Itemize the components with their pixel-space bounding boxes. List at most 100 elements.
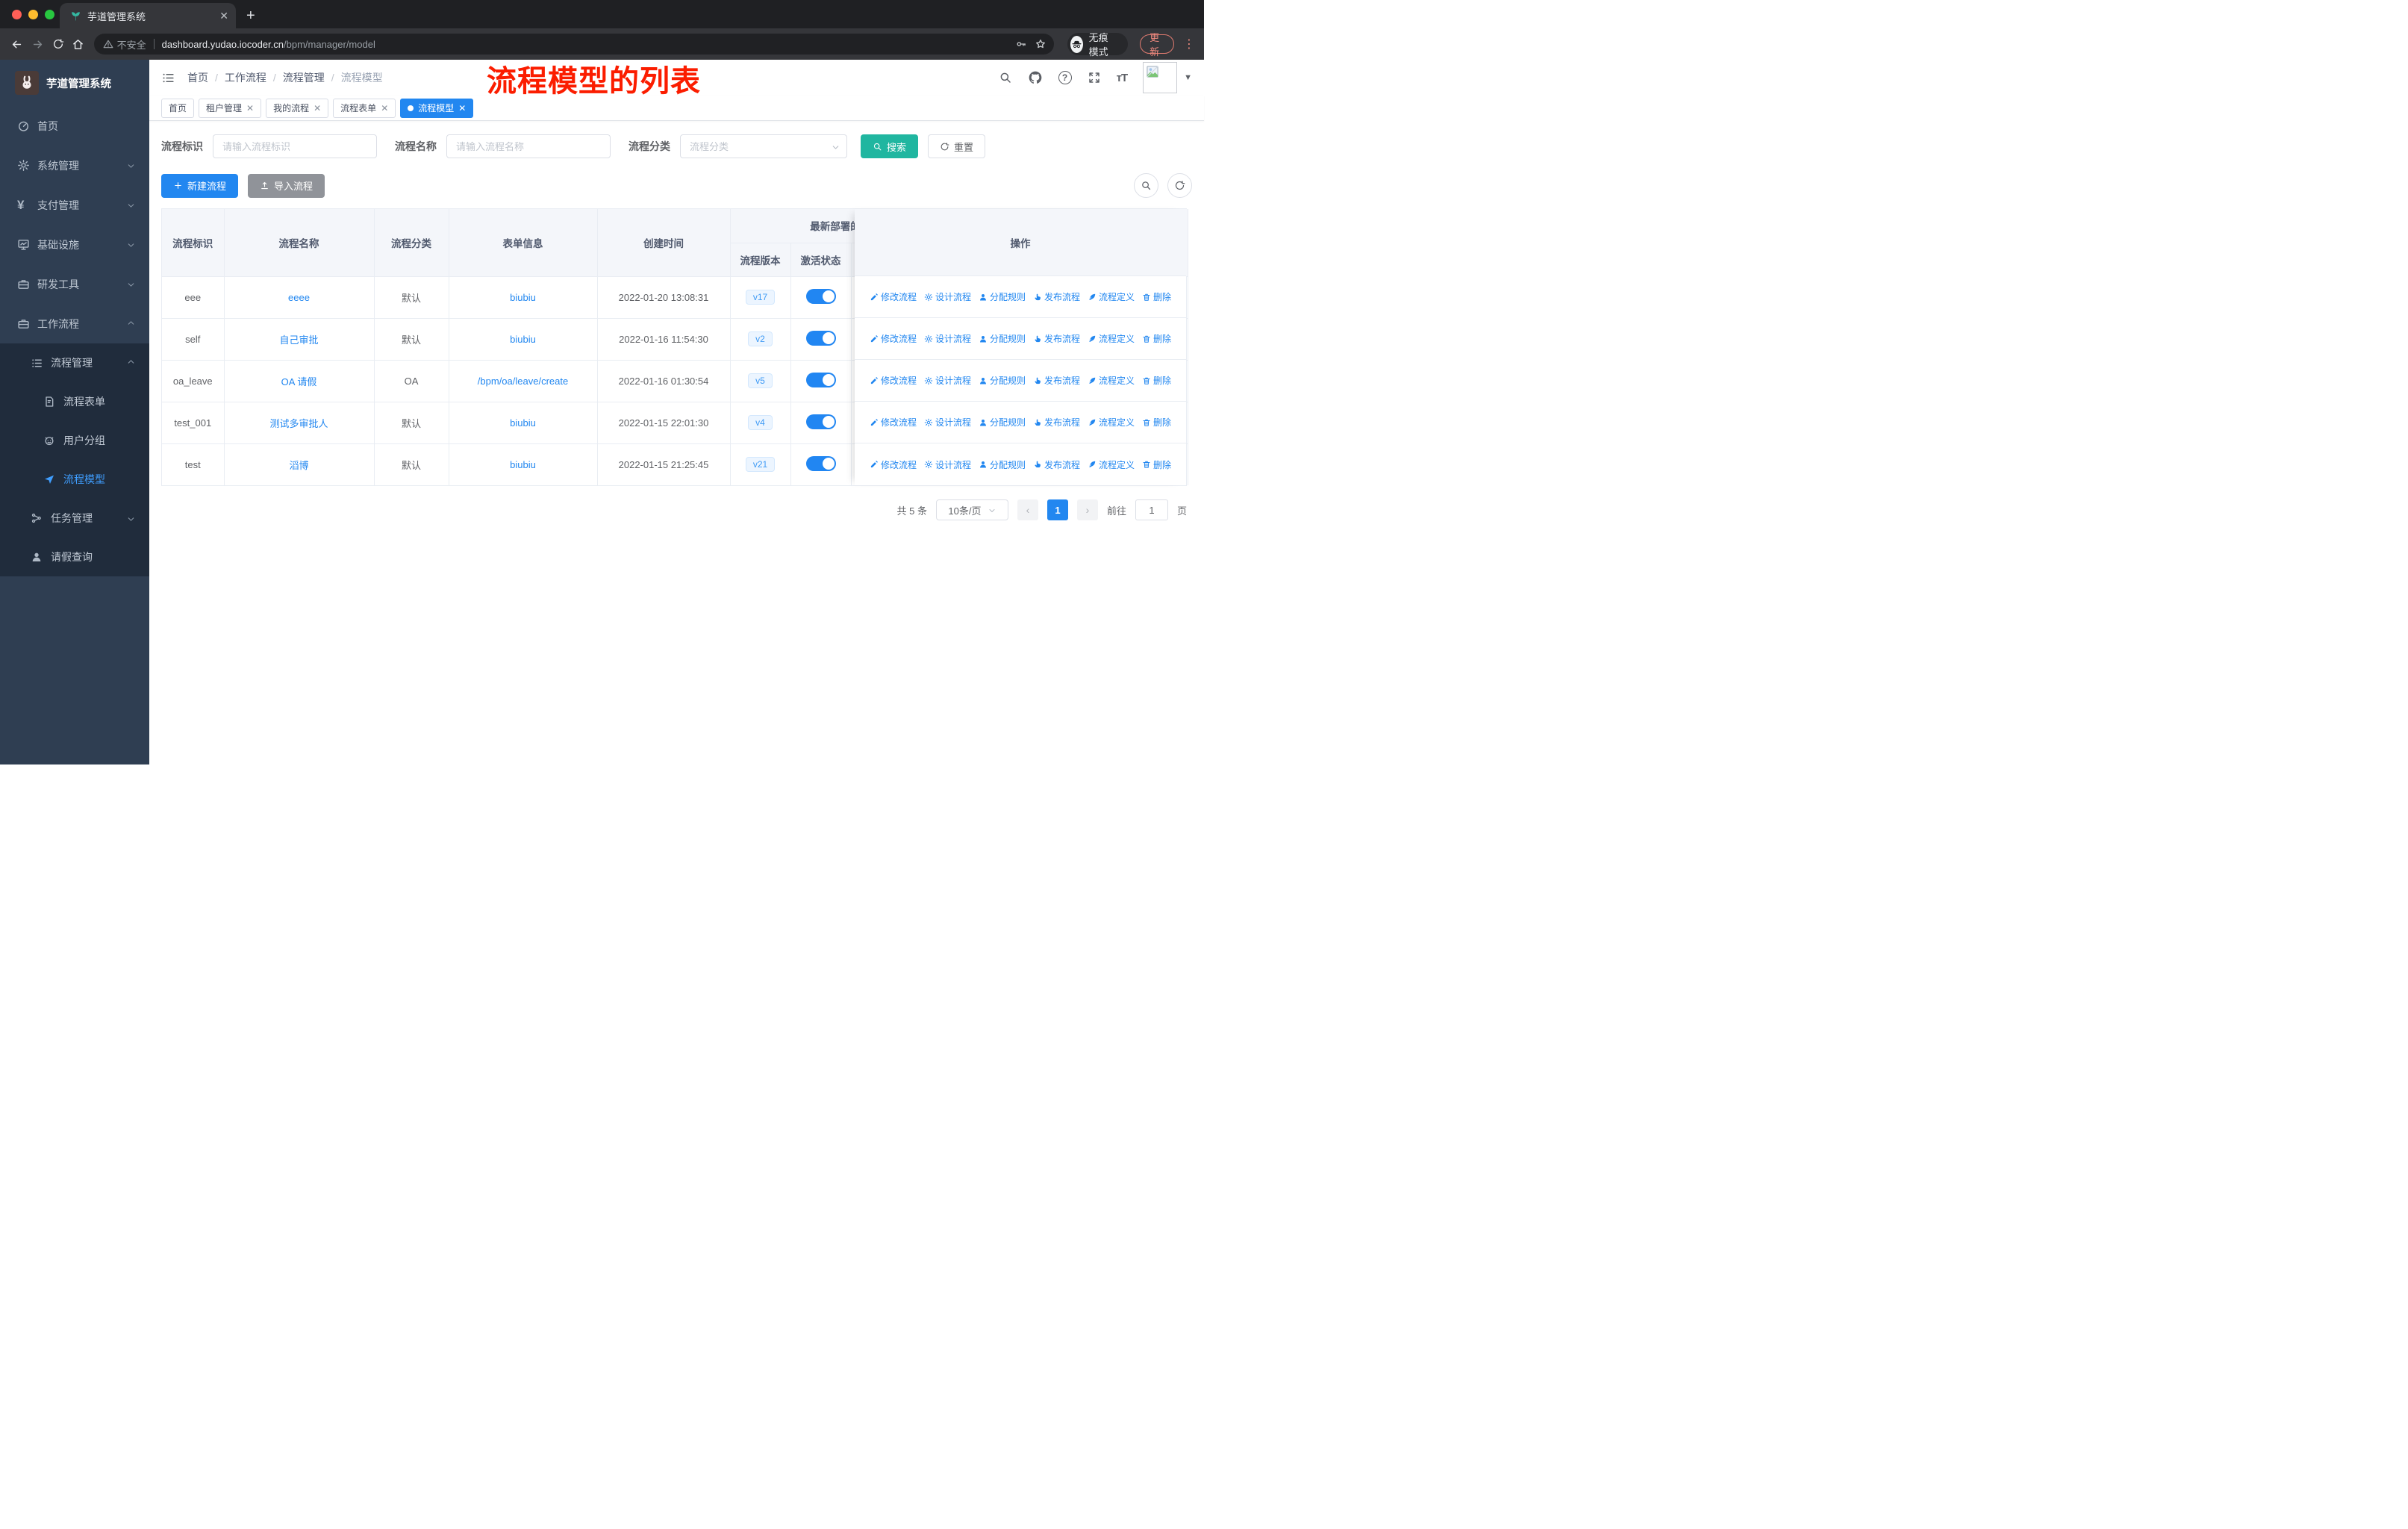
tag-tenant[interactable]: 租户管理 ✕ <box>199 98 262 118</box>
toggle-search-button[interactable] <box>1134 173 1158 198</box>
browser-back-button[interactable] <box>9 34 25 55</box>
process-definition-link[interactable]: 流程定义 <box>1088 374 1135 387</box>
current-page[interactable]: 1 <box>1047 499 1068 520</box>
browser-forward-button[interactable] <box>29 34 45 55</box>
minimize-window-button[interactable] <box>28 10 38 19</box>
delete-link[interactable]: 删除 <box>1142 416 1171 429</box>
sidebar-item-process-management[interactable]: 流程管理 <box>0 343 149 382</box>
sidebar-item-home[interactable]: 首页 <box>0 106 149 146</box>
sidebar-item-devtools[interactable]: 研发工具 <box>0 264 149 304</box>
process-definition-link[interactable]: 流程定义 <box>1088 290 1135 303</box>
zoom-window-button[interactable] <box>45 10 54 19</box>
form-info-link[interactable]: biubiu <box>510 334 536 345</box>
delete-link[interactable]: 删除 <box>1142 290 1171 303</box>
breadcrumb-process-management[interactable]: 流程管理 <box>283 70 325 85</box>
password-key-icon[interactable] <box>1015 38 1027 51</box>
modify-process-link[interactable]: 修改流程 <box>870 332 917 345</box>
modify-process-link[interactable]: 修改流程 <box>870 458 917 471</box>
form-info-link[interactable]: biubiu <box>510 459 536 470</box>
modify-process-link[interactable]: 修改流程 <box>870 290 917 303</box>
sidebar-item-process-model[interactable]: 流程模型 <box>0 460 149 499</box>
form-info-link[interactable]: /bpm/oa/leave/create <box>478 376 568 387</box>
macos-window-controls[interactable] <box>12 10 54 19</box>
assign-rule-link[interactable]: 分配规则 <box>979 374 1026 387</box>
process-name-link[interactable]: eeee <box>288 292 310 303</box>
sidebar-item-process-form[interactable]: 流程表单 <box>0 382 149 421</box>
active-toggle[interactable] <box>805 288 836 304</box>
form-info-link[interactable]: biubiu <box>510 292 536 303</box>
process-definition-link[interactable]: 流程定义 <box>1088 416 1135 429</box>
breadcrumb-workflow[interactable]: 工作流程 <box>225 70 266 85</box>
active-toggle[interactable] <box>805 414 836 429</box>
active-toggle[interactable] <box>805 372 836 387</box>
process-name-input[interactable] <box>446 134 611 158</box>
design-process-link[interactable]: 设计流程 <box>924 416 971 429</box>
sidebar-item-workflow[interactable]: 工作流程 <box>0 304 149 343</box>
assign-rule-link[interactable]: 分配规则 <box>979 416 1026 429</box>
search-button[interactable]: 搜索 <box>861 134 919 158</box>
assign-rule-link[interactable]: 分配规则 <box>979 458 1026 471</box>
modify-process-link[interactable]: 修改流程 <box>870 416 917 429</box>
active-toggle[interactable] <box>805 455 836 471</box>
security-status[interactable]: 不安全 <box>103 37 146 52</box>
search-icon[interactable] <box>999 71 1012 84</box>
github-icon[interactable] <box>1028 70 1043 85</box>
prev-page-button[interactable]: ‹ <box>1017 499 1038 520</box>
close-icon[interactable]: ✕ <box>246 103 254 113</box>
process-definition-link[interactable]: 流程定义 <box>1088 332 1135 345</box>
assign-rule-link[interactable]: 分配规则 <box>979 290 1026 303</box>
help-icon[interactable]: ? <box>1058 71 1072 84</box>
tag-process-model[interactable]: 流程模型 ✕ <box>400 98 474 118</box>
design-process-link[interactable]: 设计流程 <box>924 290 971 303</box>
process-name-link[interactable]: 滔博 <box>289 460 308 471</box>
version-badge[interactable]: v17 <box>745 290 776 305</box>
tag-process-form[interactable]: 流程表单 ✕ <box>333 98 396 118</box>
version-badge[interactable]: v2 <box>748 331 773 346</box>
process-name-link[interactable]: OA 请假 <box>281 376 317 387</box>
bookmark-star-icon[interactable] <box>1035 38 1047 51</box>
browser-reload-button[interactable] <box>50 34 66 55</box>
browser-home-button[interactable] <box>70 34 86 55</box>
close-icon[interactable]: ✕ <box>314 103 321 113</box>
sidebar-logo[interactable]: 芋道管理系统 <box>0 60 149 106</box>
publish-process-link[interactable]: 发布流程 <box>1033 416 1080 429</box>
browser-menu-icon[interactable]: ⋮ <box>1183 37 1195 52</box>
user-avatar[interactable] <box>1143 62 1178 93</box>
publish-process-link[interactable]: 发布流程 <box>1033 332 1080 345</box>
import-process-button[interactable]: 导入流程 <box>248 173 325 198</box>
version-badge[interactable]: v5 <box>748 373 773 388</box>
assign-rule-link[interactable]: 分配规则 <box>979 332 1026 345</box>
browser-update-button[interactable]: 更新 <box>1140 32 1174 57</box>
browser-tab[interactable]: 芋道管理系统 ✕ <box>60 3 236 28</box>
sidebar-item-system[interactable]: 系统管理 <box>0 146 149 185</box>
publish-process-link[interactable]: 发布流程 <box>1033 374 1080 387</box>
design-process-link[interactable]: 设计流程 <box>924 458 971 471</box>
active-toggle[interactable] <box>805 330 836 346</box>
process-definition-link[interactable]: 流程定义 <box>1088 458 1135 471</box>
delete-link[interactable]: 删除 <box>1142 374 1171 387</box>
hamburger-icon[interactable] <box>161 71 175 85</box>
font-size-icon[interactable]: ᴛT <box>1117 72 1128 84</box>
design-process-link[interactable]: 设计流程 <box>924 332 971 345</box>
breadcrumb-home[interactable]: 首页 <box>187 70 208 85</box>
design-process-link[interactable]: 设计流程 <box>924 374 971 387</box>
modify-process-link[interactable]: 修改流程 <box>870 374 917 387</box>
avatar-caret-icon[interactable]: ▼ <box>1184 73 1192 82</box>
address-bar[interactable]: 不安全 dashboard.yudao.iocoder.cn/bpm/manag… <box>93 34 1054 55</box>
sidebar-item-task-management[interactable]: 任务管理 <box>0 499 149 538</box>
next-page-button[interactable]: › <box>1076 499 1098 520</box>
publish-process-link[interactable]: 发布流程 <box>1033 458 1080 471</box>
sidebar-item-user-group[interactable]: 用户分组 <box>0 421 149 460</box>
process-category-select[interactable] <box>680 134 847 158</box>
delete-link[interactable]: 删除 <box>1142 332 1171 345</box>
tag-home[interactable]: 首页 <box>161 98 195 118</box>
tab-close-icon[interactable]: ✕ <box>219 10 228 22</box>
close-icon[interactable]: ✕ <box>458 103 466 113</box>
sidebar-item-infra[interactable]: 基础设施 <box>0 225 149 264</box>
goto-page-input[interactable] <box>1135 499 1168 520</box>
new-tab-button[interactable]: + <box>246 3 255 28</box>
process-name-link[interactable]: 测试多审批人 <box>269 418 328 429</box>
delete-link[interactable]: 删除 <box>1142 458 1171 471</box>
reset-button[interactable]: 重置 <box>928 134 986 158</box>
sidebar-item-leave-query[interactable]: 请假查询 <box>0 538 149 576</box>
